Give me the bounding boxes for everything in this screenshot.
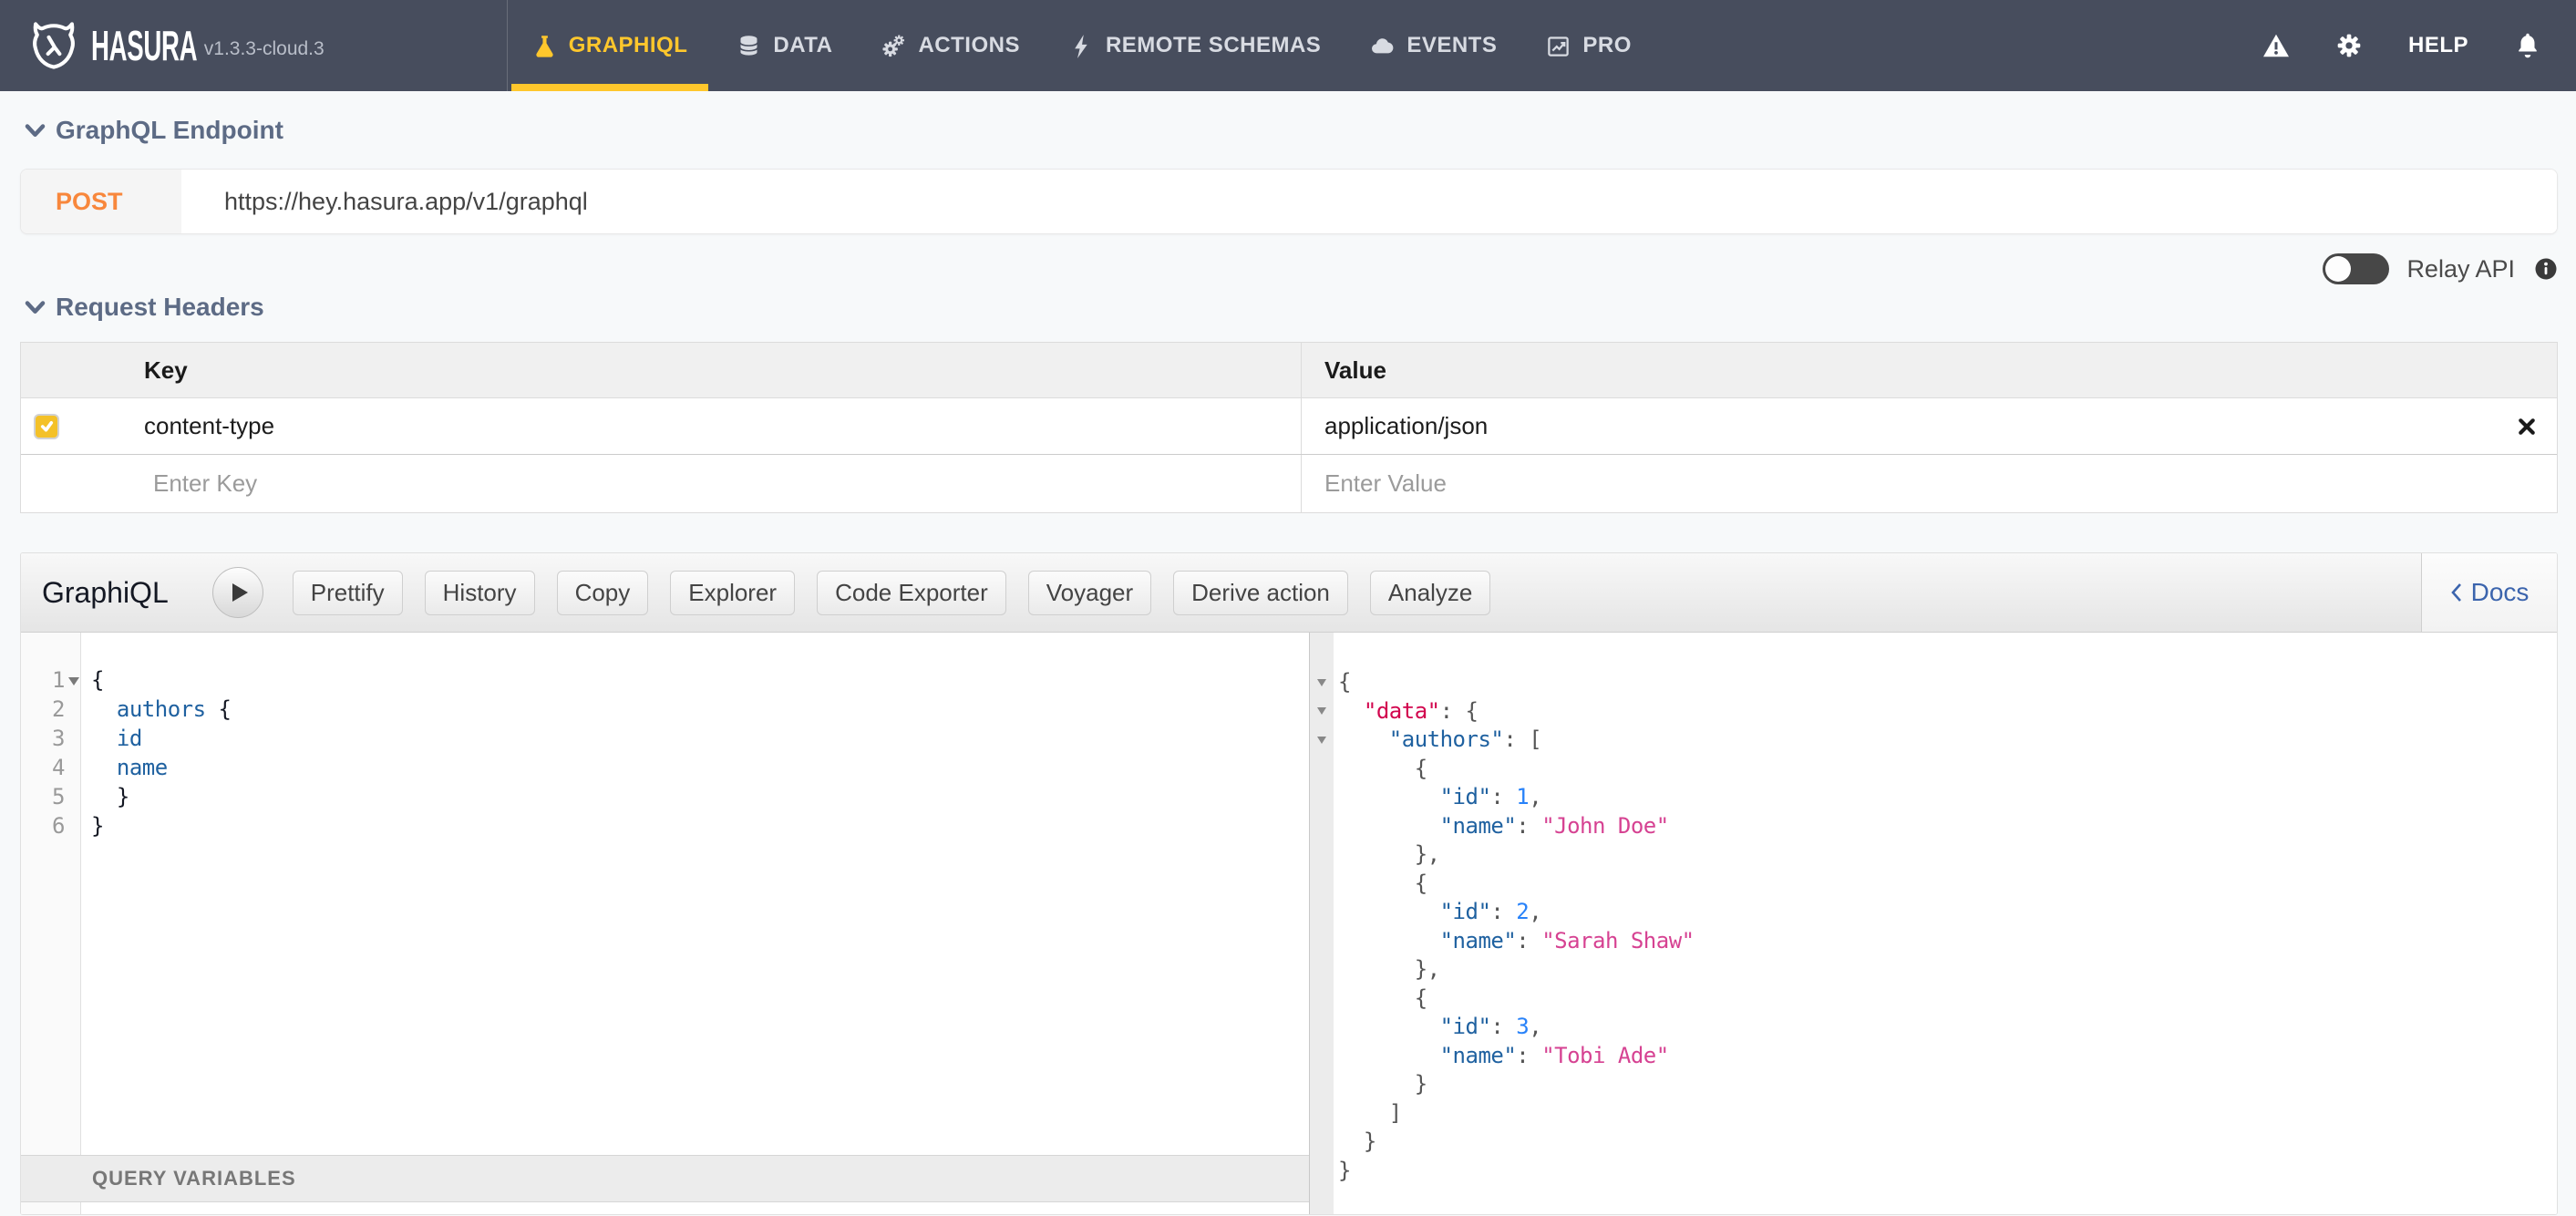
response-json[interactable]: { "data": { "authors": [ { "id": 1, "nam… — [1334, 633, 1695, 1214]
headers-section-header[interactable]: Request Headers — [20, 289, 2558, 325]
warning-icon[interactable] — [2262, 32, 2290, 59]
history-button[interactable]: History — [424, 570, 535, 615]
prettify-button[interactable]: Prettify — [292, 570, 403, 615]
endpoint-url-input[interactable] — [181, 170, 2557, 233]
relay-toggle[interactable] — [2323, 253, 2390, 284]
new-key-input[interactable] — [153, 469, 1301, 498]
header-value-cell[interactable]: application/json — [1302, 412, 1488, 440]
code-exporter-button[interactable]: Code Exporter — [817, 570, 1006, 615]
column-header-key: Key — [144, 356, 188, 384]
close-icon — [2519, 417, 2535, 435]
nav-item-label: EVENTS — [1406, 33, 1498, 57]
analyze-button[interactable]: Analyze — [1369, 570, 1491, 615]
notifications-icon[interactable] — [2514, 32, 2541, 59]
nav-menu: GRAPHIQL DATA ACTIONS REMOTE SCHEMAS EVE… — [506, 0, 1656, 91]
plug-icon — [1075, 34, 1087, 58]
fold-gutter — [1310, 633, 1334, 1214]
chevron-down-icon — [25, 300, 46, 314]
nav-item-remote-schemas[interactable]: REMOTE SCHEMAS — [1045, 0, 1345, 91]
new-value-input[interactable] — [1324, 469, 2455, 498]
copy-button[interactable]: Copy — [556, 570, 649, 615]
brand[interactable]: HASURA v1.3.3-cloud.3 — [0, 0, 325, 91]
nav-item-data[interactable]: DATA — [712, 0, 857, 91]
nav-item-label: DATA — [773, 33, 833, 57]
main-content: GraphQL Endpoint POST Relay API Request … — [0, 112, 2576, 1215]
table-row: content-type application/json — [21, 398, 2557, 455]
info-icon[interactable] — [2534, 257, 2558, 281]
http-method-label: POST — [21, 170, 181, 233]
version-label: v1.3.3-cloud.3 — [203, 37, 325, 59]
chevron-left-icon — [2450, 583, 2461, 602]
settings-icon[interactable] — [2335, 32, 2363, 59]
query-pane: 123456 { authors { id name }} QUERY VARI… — [21, 633, 1309, 1214]
nav-item-label: PRO — [1582, 33, 1632, 57]
voyager-button[interactable]: Voyager — [1027, 570, 1152, 615]
toolbar-buttons: Prettify History Copy Explorer Code Expo… — [292, 570, 1491, 615]
nav-item-label: ACTIONS — [918, 33, 1020, 57]
derive-action-button[interactable]: Derive action — [1173, 570, 1348, 615]
nav-item-label: REMOTE SCHEMAS — [1105, 33, 1322, 57]
line-number-gutter: 123456 — [21, 633, 81, 1155]
request-headers-table: Key Value content-type application/json — [20, 342, 2558, 513]
variables-gutter — [21, 1202, 81, 1214]
relay-label: Relay API — [2406, 254, 2515, 283]
query-variables-bar[interactable]: QUERY VARIABLES — [21, 1155, 1309, 1202]
nav-item-events[interactable]: EVENTS — [1345, 0, 1521, 91]
nav-item-graphiql[interactable]: GRAPHIQL — [508, 0, 713, 91]
chart-icon — [1548, 36, 1570, 57]
query-variables-editor[interactable] — [21, 1202, 1309, 1214]
query-code[interactable]: { authors { id name }} — [81, 633, 232, 1155]
help-button[interactable]: HELP — [2408, 33, 2468, 58]
chevron-down-icon — [25, 123, 46, 137]
graphiql-toolbar: GraphiQL Prettify History Copy Explorer … — [21, 553, 2557, 633]
section-title: GraphQL Endpoint — [56, 116, 283, 144]
nav-item-label: GRAPHIQL — [568, 33, 688, 57]
play-icon — [232, 583, 248, 602]
graphiql-body: 123456 { authors { id name }} QUERY VARI… — [21, 633, 2557, 1214]
explorer-button[interactable]: Explorer — [670, 570, 796, 615]
gears-icon — [882, 34, 905, 57]
docs-button[interactable]: Docs — [2421, 553, 2557, 632]
docs-label: Docs — [2470, 578, 2530, 606]
table-row-new — [21, 455, 2557, 512]
cloud-icon — [1372, 37, 1394, 53]
execute-query-button[interactable] — [211, 567, 263, 618]
endpoint-section-header[interactable]: GraphQL Endpoint — [20, 112, 2558, 149]
query-variables-label: QUERY VARIABLES — [92, 1167, 296, 1190]
nav-right: HELP — [2262, 0, 2576, 91]
database-icon — [740, 35, 757, 56]
query-editor[interactable]: 123456 { authors { id name }} — [21, 633, 1309, 1155]
toggle-knob — [2325, 256, 2352, 282]
nav-item-pro[interactable]: PRO — [1521, 0, 1656, 91]
response-pane: { "data": { "authors": [ { "id": 1, "nam… — [1309, 633, 2557, 1214]
header-enabled-checkbox[interactable] — [34, 413, 59, 439]
endpoint-box: POST — [20, 169, 2558, 234]
graphiql-title: GraphiQL — [42, 575, 169, 609]
remove-header-icon[interactable] — [2517, 417, 2537, 437]
graphiql-panel: GraphiQL Prettify History Copy Explorer … — [20, 552, 2558, 1215]
top-nav: HASURA v1.3.3-cloud.3 GRAPHIQL DATA ACTI… — [0, 0, 2576, 91]
column-header-value: Value — [1324, 356, 1386, 384]
relay-row: Relay API — [20, 253, 2558, 284]
check-icon — [40, 420, 53, 432]
nav-item-actions[interactable]: ACTIONS — [857, 0, 1045, 91]
section-title: Request Headers — [56, 293, 264, 321]
hasura-logo-icon — [33, 22, 75, 69]
flask-icon — [536, 35, 553, 57]
table-header-row: Key Value — [21, 343, 2557, 398]
brand-name: HASURA — [91, 22, 198, 69]
